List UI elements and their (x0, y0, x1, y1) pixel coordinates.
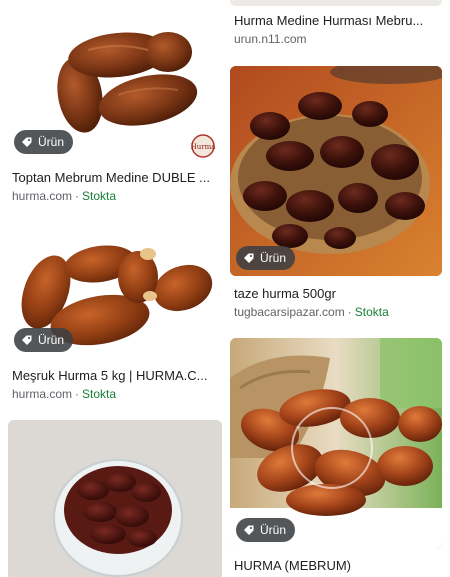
stock-status: Stokta (354, 305, 389, 319)
product-badge: Ürün (236, 518, 296, 542)
tag-icon (244, 253, 254, 263)
stock-status: Stokta (82, 387, 117, 401)
product-image[interactable] (230, 0, 442, 6)
result-card[interactable]: Hurma Ürün Toptan Mebrum Medine DUBLE ..… (8, 0, 222, 204)
product-badge: Ürün (14, 328, 74, 352)
result-source: tugbacarsipazar.com (234, 305, 345, 319)
product-image[interactable] (8, 420, 222, 577)
result-card[interactable]: Hurma Medine Hurması Mebru... urun.n11.c… (230, 0, 442, 47)
dates-sack-photo (230, 338, 442, 548)
result-meta: hurma.com · Stokta (12, 189, 117, 203)
badge-label: Ürün (260, 251, 287, 265)
badge-label: Ürün (38, 333, 65, 347)
product-badge: Ürün (14, 130, 74, 154)
result-title[interactable]: Toptan Mebrum Medine DUBLE ... (8, 169, 222, 186)
result-meta: tugbacarsipazar.com · Stokta (234, 305, 389, 319)
result-title[interactable]: taze hurma 500gr (230, 285, 442, 302)
result-source: hurma.com (12, 387, 73, 401)
result-card[interactable]: Ürün taze hurma 500gr tugbacarsipazar.co… (230, 66, 442, 320)
product-image[interactable]: Ürün (8, 222, 222, 358)
result-source: urun.n11.com (234, 32, 307, 46)
result-meta: hurma.com · Stokta (12, 387, 117, 401)
dates-plate-photo (230, 66, 442, 276)
svg-text:Hurma: Hurma (191, 143, 216, 151)
product-image[interactable]: Ürün (230, 66, 442, 276)
result-source: hurma.com (12, 189, 73, 203)
result-card[interactable]: Ürün HURMA (MEBRUM) (230, 338, 442, 574)
product-image[interactable]: Hurma Ürün (8, 0, 222, 160)
result-title[interactable]: Meşruk Hurma 5 kg | HURMA.C... (8, 367, 222, 384)
product-badge: Ürün (236, 246, 296, 270)
result-card[interactable] (8, 420, 222, 577)
result-title[interactable]: Hurma Medine Hurması Mebru... (230, 12, 442, 29)
stock-status: Stokta (82, 189, 117, 203)
tag-icon (22, 335, 32, 345)
result-title[interactable]: HURMA (MEBRUM) (230, 557, 442, 574)
badge-label: Ürün (38, 135, 65, 149)
dates-bowl-photo (8, 420, 222, 577)
badge-label: Ürün (260, 523, 287, 537)
tag-icon (22, 137, 32, 147)
product-image[interactable]: Ürün (230, 338, 442, 548)
tag-icon (244, 525, 254, 535)
result-card[interactable]: Ürün Meşruk Hurma 5 kg | HURMA.C... hurm… (8, 222, 222, 402)
result-meta: urun.n11.com (230, 31, 442, 47)
